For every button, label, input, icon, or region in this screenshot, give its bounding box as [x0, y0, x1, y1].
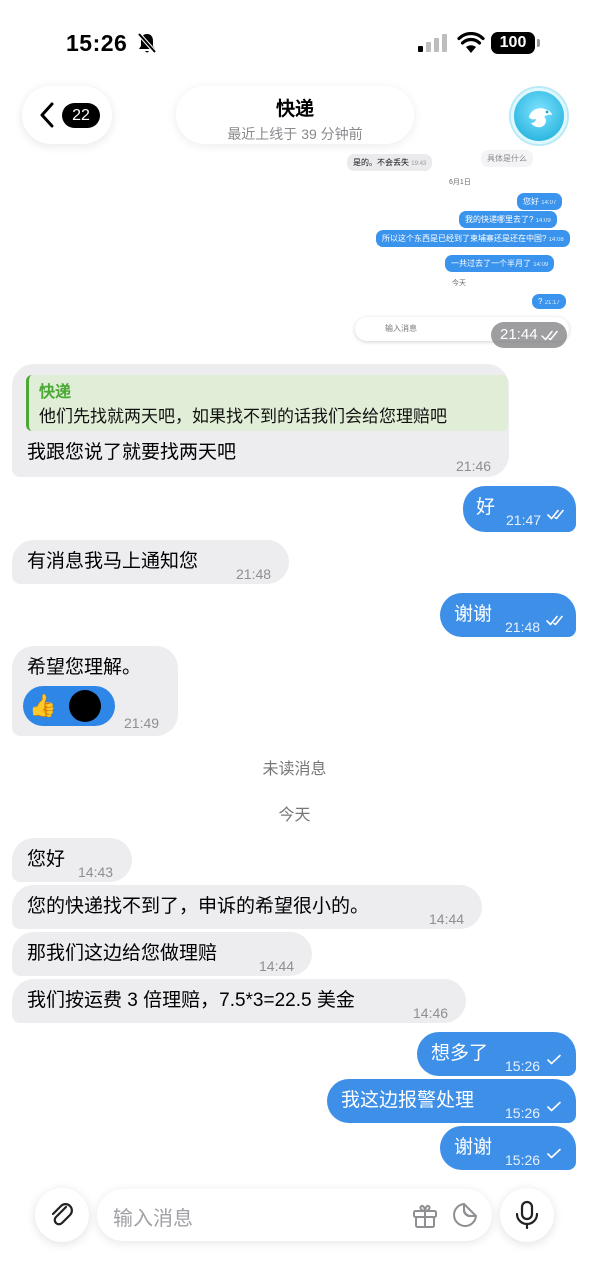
embed-sent-time: 14:08	[548, 237, 564, 243]
microphone-button[interactable]	[500, 1188, 554, 1242]
incoming-message[interactable]: 希望您理解。 👍 21:49	[12, 646, 178, 736]
embed-sent-message: 我的快递哪里去了? 14:09	[459, 211, 557, 228]
reaction-pill[interactable]: 👍	[23, 686, 115, 726]
message-time: 21:49	[124, 715, 160, 731]
back-button[interactable]: 22	[22, 86, 112, 144]
embed-sent-time: 21:17	[544, 300, 560, 306]
message-time: 15:26	[505, 1152, 541, 1168]
incoming-message[interactable]: 您好 14:43	[12, 838, 132, 882]
status-time: 15:26	[66, 30, 128, 56]
incoming-message[interactable]: 那我们这边给您做理赔 14:44	[12, 932, 312, 976]
double-check-icon	[546, 615, 563, 626]
message-time: 21:48	[505, 619, 541, 635]
message-input[interactable]: 输入消息	[97, 1189, 492, 1241]
outgoing-message[interactable]: 谢谢 21:48	[440, 593, 576, 637]
embed-sent-text: 我的快递哪里去了?	[465, 215, 534, 224]
message-text: 希望您理解。	[27, 657, 142, 678]
message-time: 21:46	[456, 458, 492, 474]
embed-sent-text: 所以这个东西是已经到了柬埔寨还是还在中国?	[382, 234, 547, 243]
embed-sent-text: ?	[538, 297, 543, 306]
message-input-placeholder: 输入消息	[113, 1208, 193, 1230]
incoming-message[interactable]: 快递 他们先找就两天吧，如果找不到的话我们会给您理赔吧 我跟您说了就要找两天吧 …	[12, 364, 509, 477]
reply-text: 他们先找就两天吧，如果找不到的话我们会给您理赔吧	[39, 407, 447, 426]
date-divider: 今天	[278, 807, 311, 824]
reactor-avatar	[69, 690, 101, 722]
message-time: 14:46	[413, 1005, 449, 1021]
message-text: 想多了	[431, 1043, 489, 1064]
embed-sent-text: 您好	[523, 197, 539, 206]
last-seen-status: 最近上线于 39 分钟前	[227, 126, 363, 142]
thumbs-up-icon: 👍	[29, 693, 57, 718]
embed-partial-line: 具体是什么	[481, 150, 533, 167]
incoming-message[interactable]: 有消息我马上通知您 21:48	[12, 540, 289, 584]
message-time: 15:26	[505, 1058, 541, 1074]
message-text: 那我们这边给您做理赔	[27, 943, 218, 964]
message-text: 好	[476, 497, 496, 518]
check-icon	[547, 1148, 561, 1159]
message-time: 14:44	[259, 958, 295, 974]
check-icon	[547, 1054, 561, 1065]
message-text: 谢谢	[454, 1137, 493, 1158]
bell-slash-icon	[137, 32, 157, 54]
incoming-message[interactable]: 我们按运费 3 倍理赔，7.5*3=22.5 美金 14:46	[12, 979, 466, 1023]
double-check-icon	[541, 330, 558, 341]
embed-sent-message: ? 21:17	[532, 294, 566, 309]
image-timestamp-text: 21:44	[500, 326, 538, 343]
message-time: 14:43	[78, 864, 114, 880]
check-icon	[547, 1101, 561, 1112]
message-text: 有消息我马上通知您	[27, 551, 199, 572]
attach-button[interactable]	[35, 1188, 89, 1242]
reply-author: 快递	[39, 384, 72, 401]
unread-count-badge: 22	[62, 103, 100, 128]
outgoing-message[interactable]: 好 21:47	[463, 486, 576, 532]
message-text: 我这边报警处理	[341, 1090, 475, 1111]
outgoing-message[interactable]: 谢谢 15:26	[440, 1126, 576, 1170]
message-time: 21:47	[506, 512, 542, 528]
embed-sent-message: 所以这个东西是已经到了柬埔寨还是还在中国? 14:08	[376, 230, 570, 247]
signal-icon	[418, 34, 447, 52]
chevron-left-icon	[40, 102, 54, 128]
gift-icon[interactable]	[411, 1201, 439, 1229]
wifi-icon	[457, 32, 485, 53]
message-time: 14:44	[429, 911, 465, 927]
double-check-icon	[547, 509, 564, 520]
message-text: 您好	[27, 849, 66, 870]
incoming-message[interactable]: 您的快递找不到了，申诉的希望很小的。 14:44	[12, 885, 482, 929]
dove-avatar	[529, 108, 552, 128]
embed-received-text: 是的。不会丢失	[353, 158, 409, 167]
embed-sent-message: 您好 14:07	[517, 193, 563, 210]
chat-title: 快递	[275, 99, 314, 120]
unread-divider: 未读消息	[262, 761, 327, 778]
embed-received-message: 是的。不会丢失 19:43	[347, 154, 433, 171]
status-bar: 15:26 100	[0, 0, 589, 80]
embed-date-2: 今天	[452, 280, 466, 287]
paperclip-icon	[51, 1203, 73, 1226]
embed-sent-message: 一共过去了一个半月了 14:09	[445, 255, 555, 272]
outgoing-message[interactable]: 我这边报警处理 15:26	[327, 1079, 576, 1123]
sticker-icon[interactable]	[451, 1201, 479, 1229]
message-text: 我们按运费 3 倍理赔，7.5*3=22.5 美金	[27, 990, 355, 1011]
embed-date-1: 6月1日	[449, 179, 471, 186]
contact-avatar[interactable]	[511, 88, 567, 144]
microphone-icon	[515, 1200, 539, 1230]
reply-quote[interactable]: 快递 他们先找就两天吧，如果找不到的话我们会给您理赔吧	[26, 375, 508, 431]
chat-title-pill[interactable]: 快递 最近上线于 39 分钟前	[176, 86, 414, 144]
message-time: 15:26	[505, 1105, 541, 1121]
outgoing-message[interactable]: 想多了 15:26	[417, 1032, 576, 1076]
message-text: 我跟您说了就要找两天吧	[27, 442, 237, 463]
image-timestamp: 21:44	[491, 322, 567, 348]
embed-received-time: 19:43	[411, 161, 427, 167]
embed-sent-time: 14:09	[535, 218, 551, 224]
message-text: 谢谢	[454, 604, 493, 625]
message-text: 您的快递找不到了，申诉的希望很小的。	[27, 896, 370, 917]
embed-sent-text: 一共过去了一个半月了	[451, 259, 531, 268]
battery-icon: 100	[491, 32, 540, 54]
embed-sent-time: 14:09	[533, 262, 549, 268]
embed-sent-time: 14:07	[541, 200, 557, 206]
message-time: 21:48	[236, 566, 272, 582]
